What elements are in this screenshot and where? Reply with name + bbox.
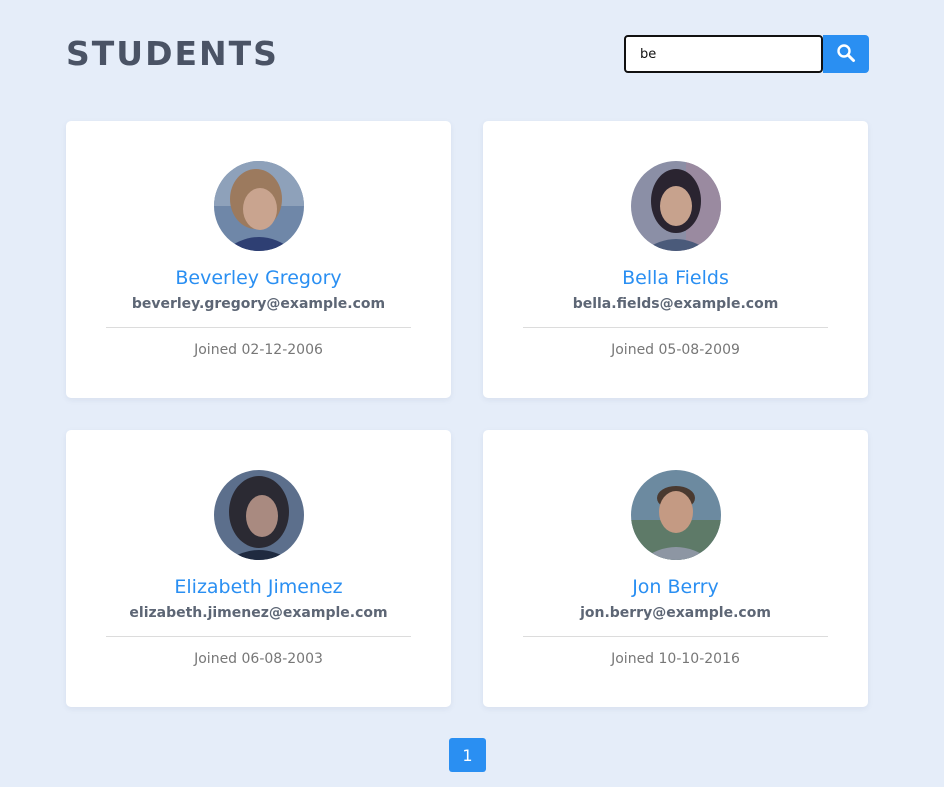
- divider: [523, 636, 828, 637]
- student-email: jon.berry@example.com: [580, 605, 771, 621]
- search-input[interactable]: [624, 35, 823, 73]
- student-name[interactable]: Jon Berry: [483, 576, 868, 598]
- search-button[interactable]: [823, 35, 869, 73]
- joined-date: Joined 06-08-2003: [194, 651, 323, 667]
- joined-date: Joined 10-10-2016: [611, 651, 740, 667]
- avatar: [631, 470, 721, 560]
- student-card[interactable]: Bella Fields bella.fields@example.com Jo…: [483, 121, 868, 398]
- search-icon: [836, 43, 856, 66]
- students-page: STUDENTS Beverley Gregory beverley.grego: [0, 0, 944, 787]
- divider: [106, 327, 411, 328]
- avatar: [214, 470, 304, 560]
- avatar: [214, 161, 304, 251]
- joined-date: Joined 02-12-2006: [194, 342, 323, 358]
- joined-date: Joined 05-08-2009: [611, 342, 740, 358]
- student-email: bella.fields@example.com: [572, 296, 779, 312]
- divider: [106, 636, 411, 637]
- pagination-page-1[interactable]: 1: [449, 738, 486, 772]
- page-title: STUDENTS: [66, 34, 279, 73]
- student-name[interactable]: Elizabeth Jimenez: [66, 576, 451, 598]
- divider: [523, 327, 828, 328]
- student-email: elizabeth.jimenez@example.com: [129, 605, 388, 621]
- student-card[interactable]: Jon Berry jon.berry@example.com Joined 1…: [483, 430, 868, 707]
- search-bar: [624, 35, 869, 73]
- student-name[interactable]: Beverley Gregory: [66, 267, 451, 289]
- student-card[interactable]: Beverley Gregory beverley.gregory@exampl…: [66, 121, 451, 398]
- avatar: [631, 161, 721, 251]
- student-name[interactable]: Bella Fields: [483, 267, 868, 289]
- student-card[interactable]: Elizabeth Jimenez elizabeth.jimenez@exam…: [66, 430, 451, 707]
- student-email: beverley.gregory@example.com: [131, 296, 386, 312]
